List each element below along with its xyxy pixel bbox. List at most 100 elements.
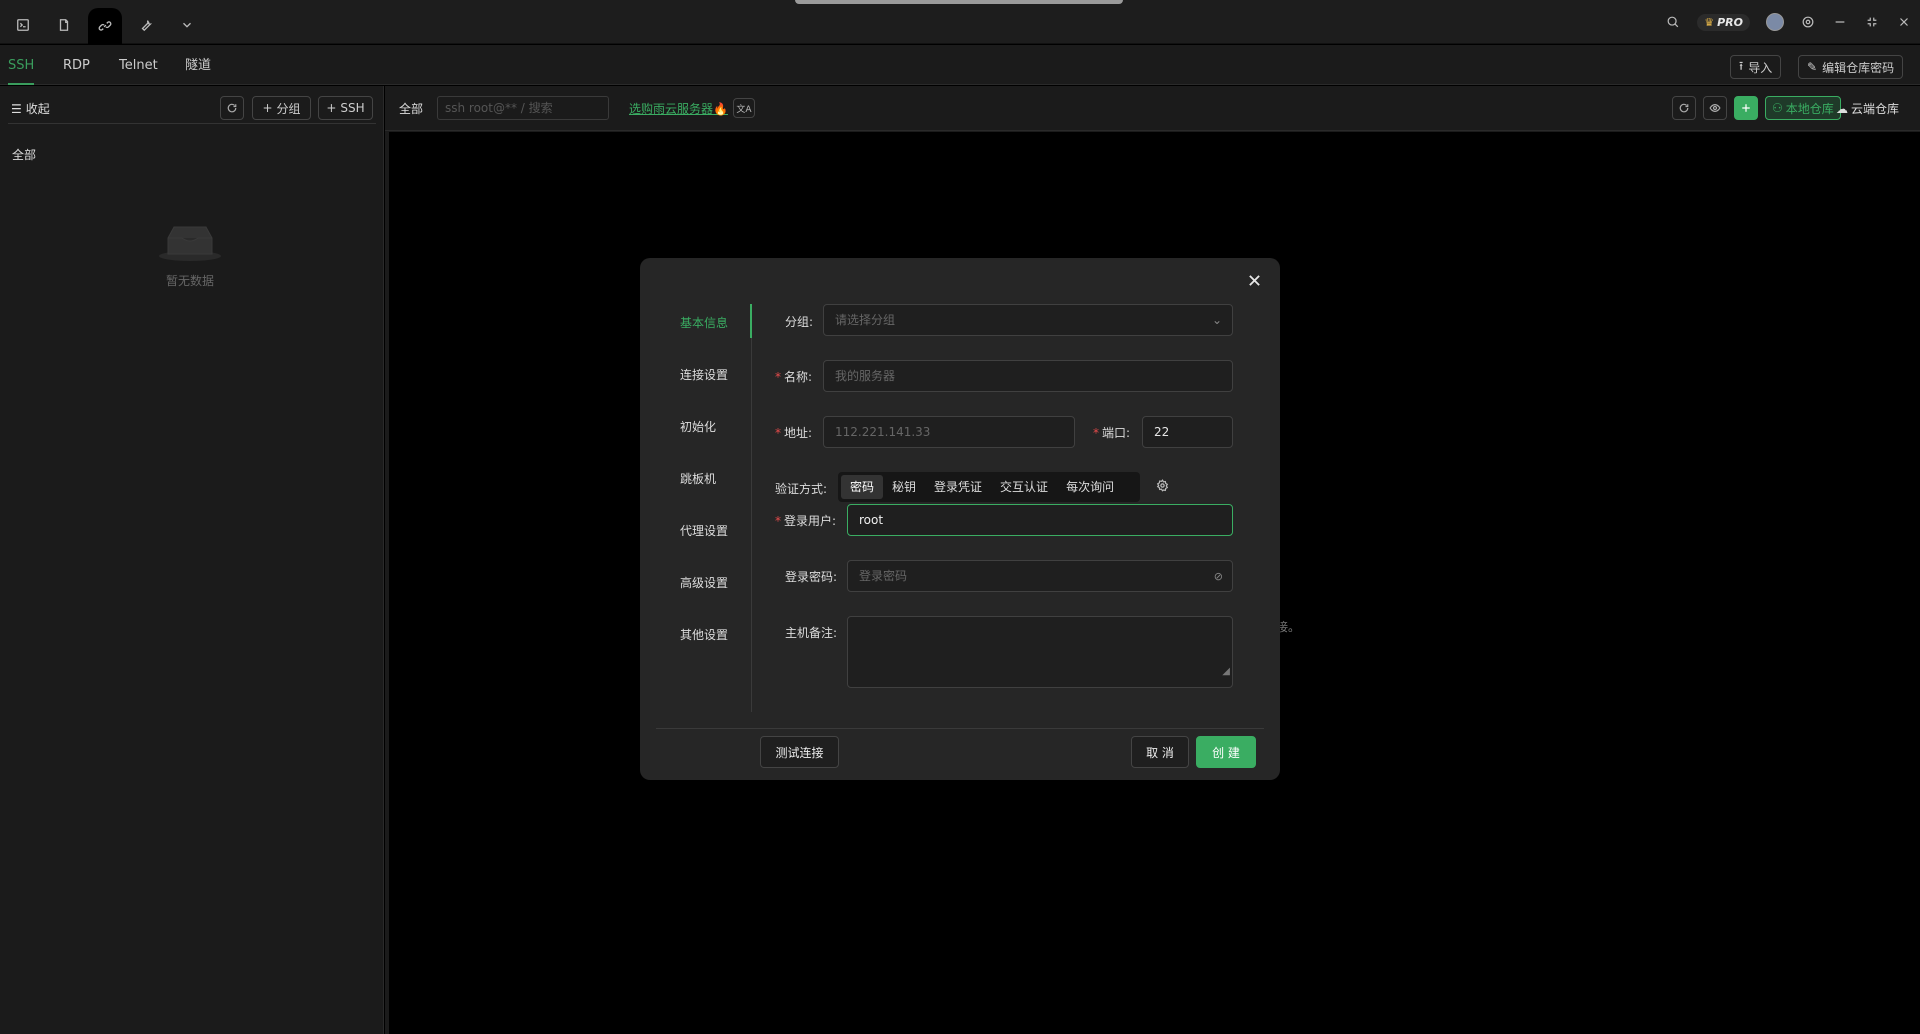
title-bar: ♛ PRO bbox=[0, 0, 1920, 44]
required-mark: * bbox=[1093, 426, 1099, 440]
add-group-label: 分组 bbox=[276, 101, 301, 116]
search-input[interactable]: ssh root@** / 搜索 bbox=[437, 96, 609, 120]
collapse-label: 收起 bbox=[25, 102, 50, 116]
group-all[interactable]: 全部 bbox=[12, 146, 36, 163]
auth-option-interactive[interactable]: 交互认证 bbox=[991, 475, 1057, 499]
promo-link[interactable]: 选购雨云服务器🔥 bbox=[629, 100, 728, 117]
refresh-button[interactable] bbox=[1672, 96, 1696, 120]
port-label: 端口: bbox=[1102, 426, 1131, 440]
nav-jump-host[interactable]: 跳板机 bbox=[680, 470, 716, 487]
cloud-vault-button[interactable]: ☁ 云端仓库 bbox=[1836, 100, 1899, 117]
edit-vault-password-button[interactable]: ✎ 编辑仓库密码 bbox=[1798, 55, 1904, 79]
minimize-icon[interactable] bbox=[1824, 0, 1856, 44]
eye-icon bbox=[1709, 104, 1721, 112]
resize-handle-icon[interactable]: ◢ bbox=[1222, 657, 1230, 687]
auth-settings-icon[interactable] bbox=[1153, 476, 1171, 494]
settings-icon[interactable] bbox=[1792, 0, 1824, 44]
avatar[interactable] bbox=[1766, 13, 1784, 31]
address-label-wrap: * 地址: bbox=[775, 424, 812, 441]
window-controls: ♛ PRO bbox=[1657, 0, 1920, 44]
dialog-side-nav: 基本信息 连接设置 初始化 跳板机 代理设置 高级设置 其他设置 bbox=[640, 304, 752, 712]
collapse-button[interactable]: ☰ 收起 bbox=[11, 100, 50, 117]
pro-badge[interactable]: ♛ PRO bbox=[1697, 13, 1750, 31]
required-mark: * bbox=[775, 514, 781, 528]
tab-rdp[interactable]: RDP bbox=[63, 45, 90, 85]
import-label: 导入 bbox=[1748, 60, 1773, 75]
plus-icon: + bbox=[326, 101, 337, 115]
auth-option-credential[interactable]: 登录凭证 bbox=[925, 475, 991, 499]
eye-off-icon[interactable]: ⊘ bbox=[1214, 562, 1223, 592]
dialog-footer-divider bbox=[656, 728, 1264, 729]
crown-icon: ♛ bbox=[1704, 15, 1715, 29]
required-mark: * bbox=[775, 370, 781, 384]
username-input[interactable]: root bbox=[847, 504, 1233, 536]
password-label: 登录密码: bbox=[785, 570, 838, 584]
chevron-down-icon[interactable] bbox=[170, 8, 204, 42]
group-placeholder: 请选择分组 bbox=[835, 313, 896, 327]
nav-initialization[interactable]: 初始化 bbox=[680, 418, 716, 435]
note-label: 主机备注: bbox=[785, 626, 838, 640]
fire-icon: 🔥 bbox=[713, 102, 728, 116]
chevron-down-icon: ⌄ bbox=[1211, 313, 1222, 327]
auth-method-segmented: 密码 秘钥 登录凭证 交互认证 每次询问 bbox=[838, 472, 1140, 502]
active-nav-indicator bbox=[750, 304, 752, 338]
user-label-wrap: * 登录用户: bbox=[775, 512, 836, 529]
cloud-icon: ☁ bbox=[1836, 101, 1848, 116]
add-group-button[interactable]: + 分组 bbox=[252, 96, 311, 120]
nav-basic-info[interactable]: 基本信息 bbox=[680, 314, 728, 331]
nav-advanced-settings[interactable]: 高级设置 bbox=[680, 574, 728, 591]
close-icon[interactable] bbox=[1244, 270, 1264, 290]
note-textarea[interactable]: ◢ bbox=[847, 616, 1233, 688]
refresh-icon bbox=[1679, 103, 1689, 113]
restore-icon[interactable] bbox=[1856, 0, 1888, 44]
filter-all[interactable]: 全部 bbox=[399, 100, 423, 117]
auth-label: 验证方式: bbox=[775, 482, 828, 496]
test-connection-button[interactable]: 测试连接 bbox=[760, 736, 839, 768]
refresh-icon bbox=[227, 103, 237, 113]
cloud-vault-label: 云端仓库 bbox=[1851, 102, 1900, 116]
drag-handle[interactable] bbox=[795, 0, 1123, 4]
port-label-wrap: * 端口: bbox=[1093, 424, 1130, 441]
name-label: 名称: bbox=[784, 370, 813, 384]
nav-connection-settings[interactable]: 连接设置 bbox=[680, 366, 728, 383]
auth-option-ask-each-time[interactable]: 每次询问 bbox=[1057, 475, 1123, 499]
search-icon[interactable] bbox=[1657, 0, 1689, 44]
refresh-button[interactable] bbox=[220, 96, 244, 120]
file-icon[interactable] bbox=[47, 8, 81, 42]
wrench-icon[interactable] bbox=[129, 8, 163, 42]
name-input[interactable]: 我的服务器 bbox=[823, 360, 1233, 392]
port-input[interactable]: 22 bbox=[1142, 416, 1233, 448]
language-toggle-icon[interactable]: 文A bbox=[733, 98, 755, 118]
auth-option-password[interactable]: 密码 bbox=[841, 475, 884, 499]
group-select[interactable]: 请选择分组 ⌄ bbox=[823, 304, 1233, 336]
required-mark: * bbox=[775, 426, 781, 440]
edit-icon: ✎ bbox=[1807, 60, 1818, 74]
plus-icon bbox=[1742, 104, 1750, 112]
group-label: 分组: bbox=[785, 315, 814, 329]
tab-ssh[interactable]: SSH bbox=[8, 45, 35, 85]
left-panel: ☰ 收起 + 分组 + SSH 全部 暂无数据 bbox=[0, 86, 384, 1034]
add-ssh-button[interactable]: + SSH bbox=[318, 96, 373, 120]
pro-label: PRO bbox=[1717, 15, 1743, 29]
tab-tunnel[interactable]: 隧道 bbox=[185, 45, 211, 85]
name-label-wrap: * 名称: bbox=[775, 368, 812, 385]
protocol-tabs: SSH RDP Telnet 隧道 ⭱ 导入 ✎ 编辑仓库密码 bbox=[0, 45, 1920, 85]
empty-box-icon bbox=[159, 226, 221, 261]
cancel-button[interactable]: 取 消 bbox=[1131, 736, 1189, 768]
password-input[interactable]: 登录密码 ⊘ bbox=[847, 560, 1233, 592]
local-vault-button[interactable]: ⚇ 本地仓库 bbox=[1765, 96, 1841, 120]
close-icon[interactable] bbox=[1888, 0, 1920, 44]
address-input[interactable]: 112.221.141.33 bbox=[823, 416, 1075, 448]
view-toggle-button[interactable] bbox=[1703, 96, 1727, 120]
nav-proxy-settings[interactable]: 代理设置 bbox=[680, 522, 728, 539]
create-button[interactable]: 创 建 bbox=[1196, 736, 1256, 768]
auth-option-key[interactable]: 秘钥 bbox=[883, 475, 925, 499]
tab-telnet[interactable]: Telnet bbox=[119, 45, 158, 85]
user-icon: ⚇ bbox=[1772, 101, 1783, 115]
link-icon[interactable] bbox=[88, 8, 122, 44]
nav-other-settings[interactable]: 其他设置 bbox=[680, 626, 728, 643]
main-toolbar: 全部 ssh root@** / 搜索 选购雨云服务器🔥 文A ⚇ 本地仓库 ☁… bbox=[385, 86, 1920, 131]
add-host-button[interactable] bbox=[1734, 96, 1758, 120]
import-button[interactable]: ⭱ 导入 bbox=[1730, 55, 1782, 79]
terminal-icon[interactable] bbox=[6, 8, 40, 42]
